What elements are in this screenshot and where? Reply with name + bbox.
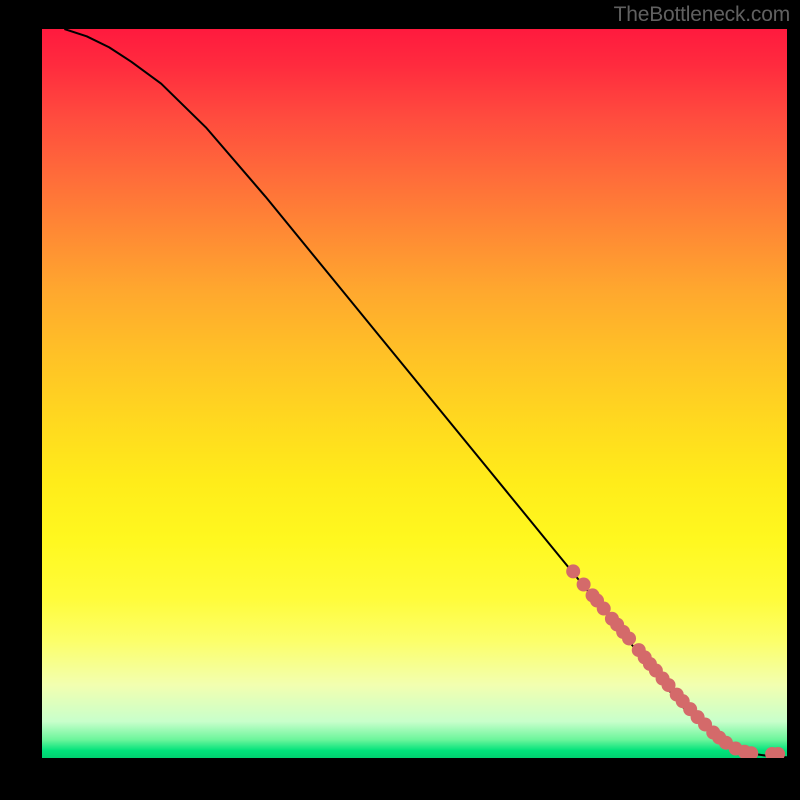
scatter-markers — [566, 564, 785, 758]
chart-svg — [42, 29, 787, 758]
watermark-text: TheBottleneck.com — [614, 3, 790, 27]
curve-line — [64, 29, 787, 757]
plot-area — [42, 29, 787, 758]
